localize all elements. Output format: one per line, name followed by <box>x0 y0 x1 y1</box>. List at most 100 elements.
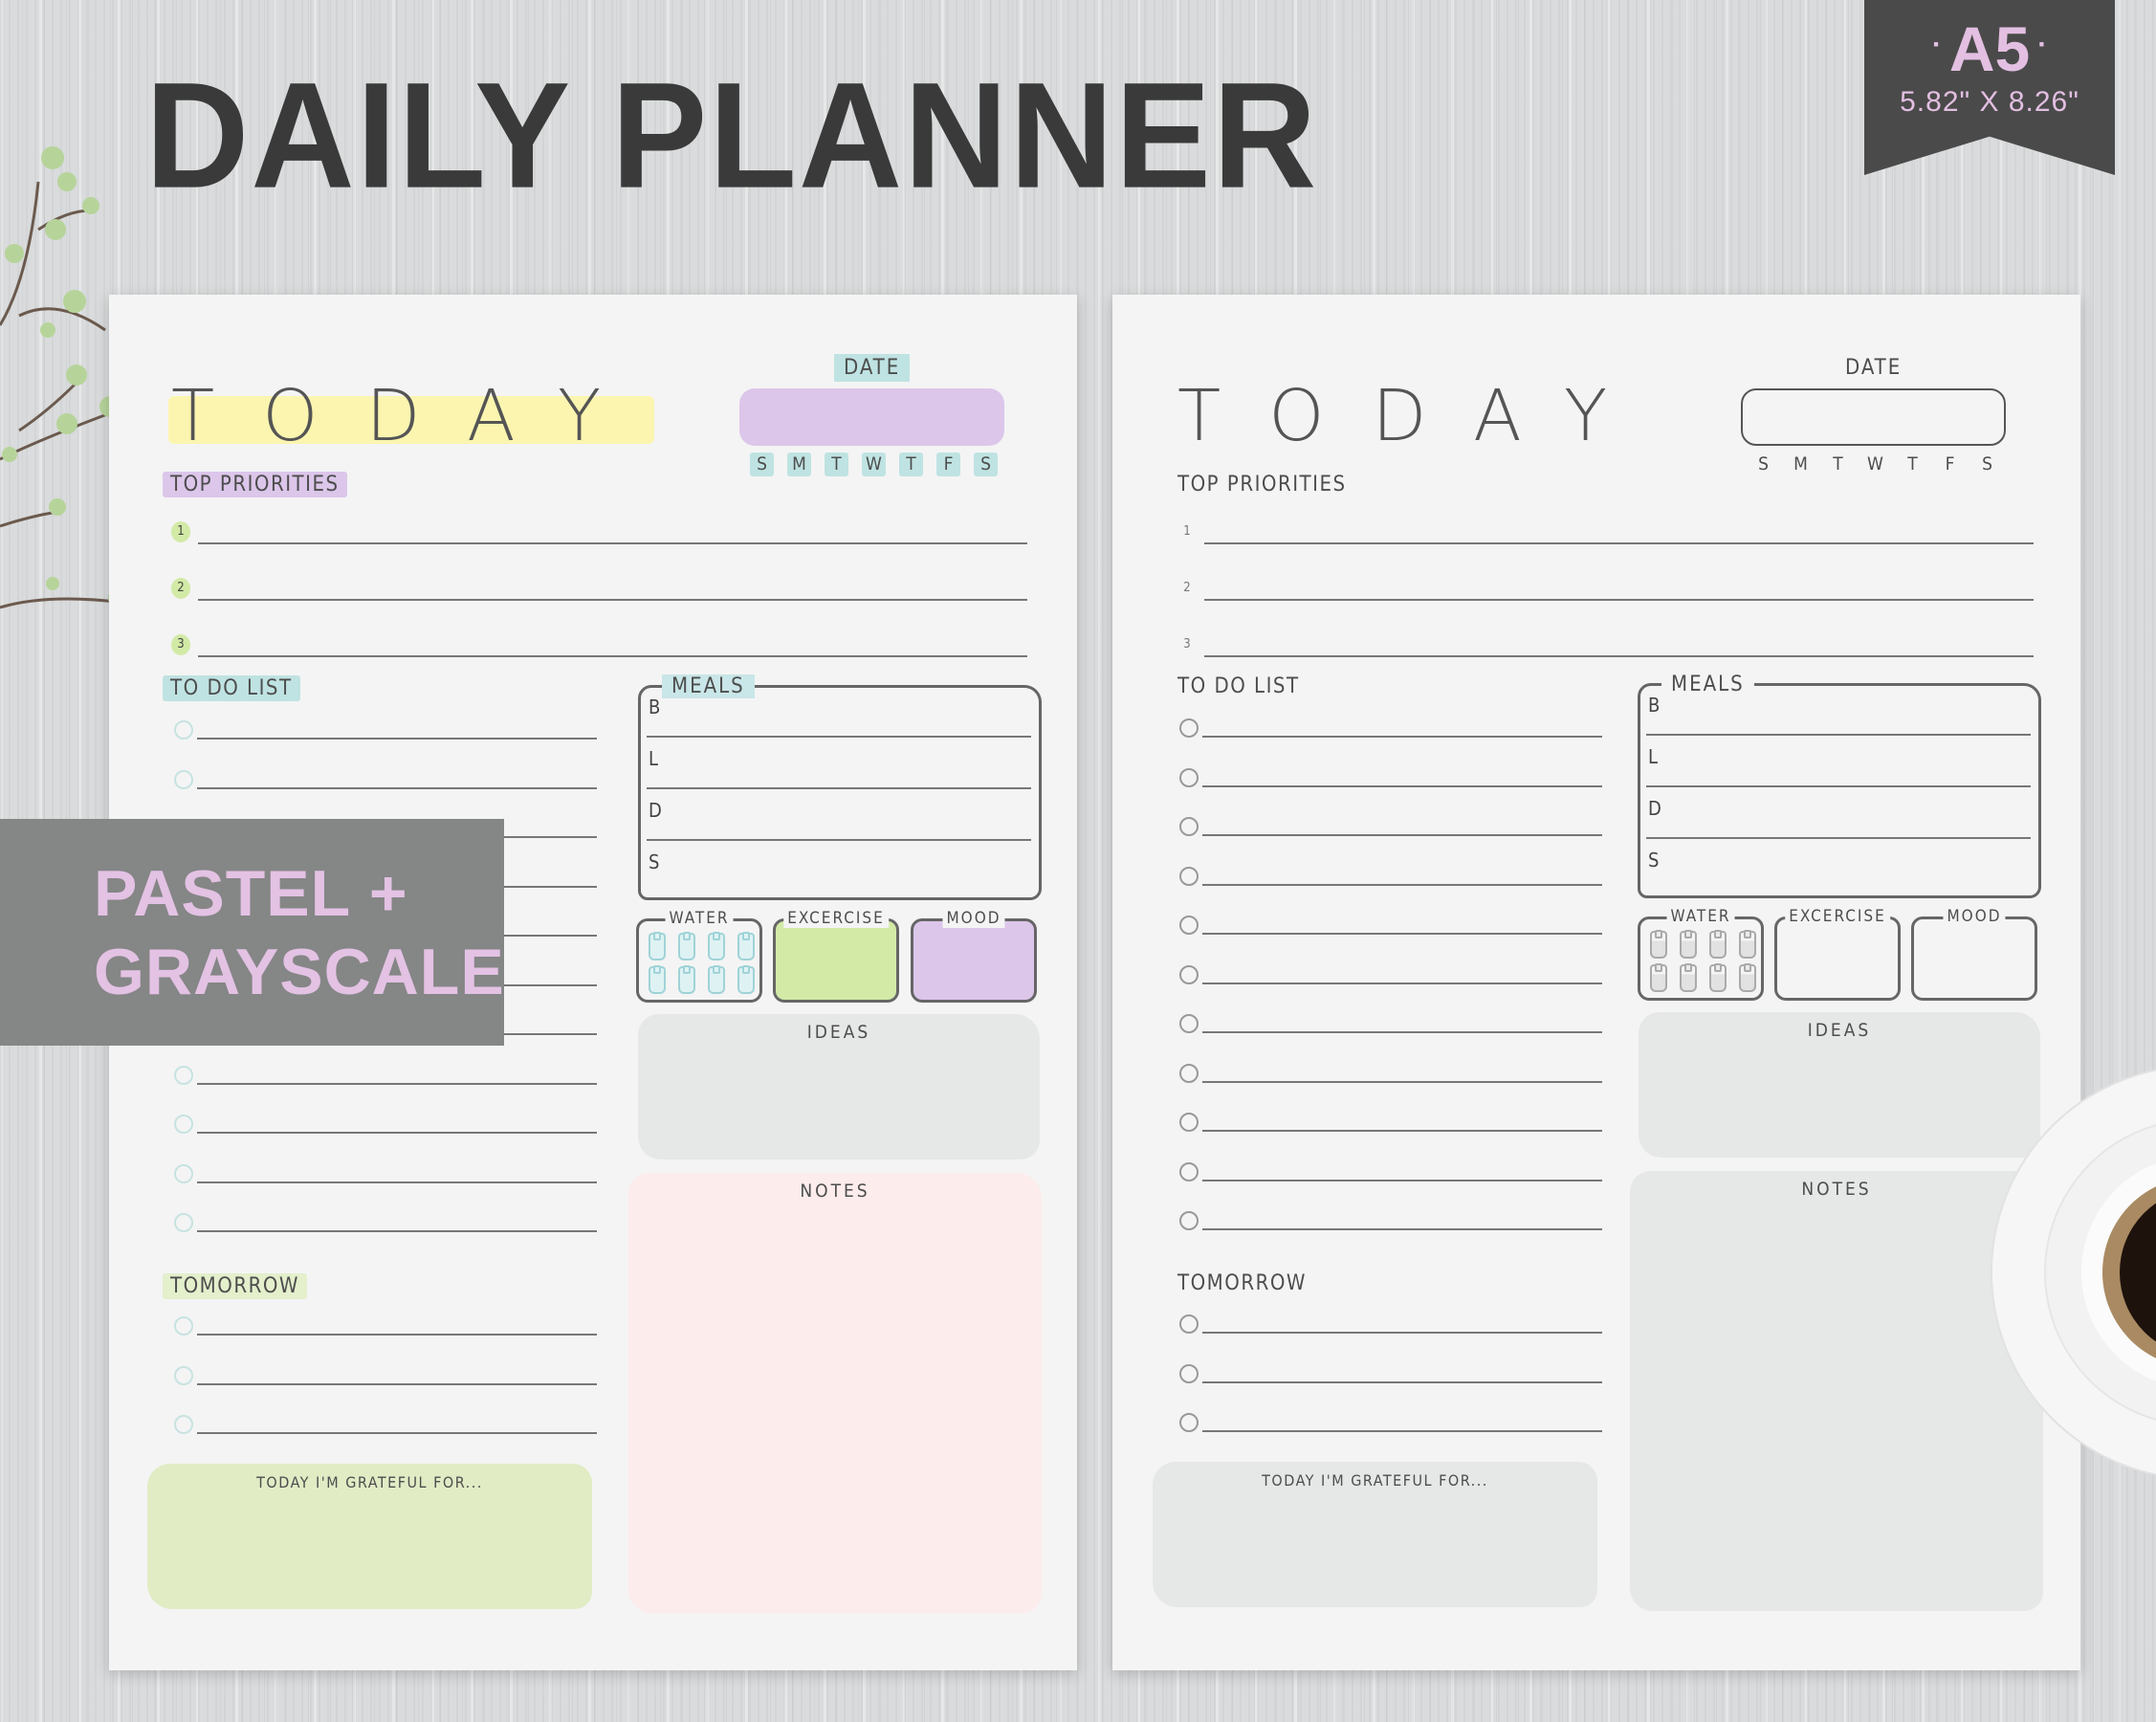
checkbox-circle-icon[interactable] <box>1179 1211 1199 1230</box>
checklist-line[interactable] <box>1202 834 1602 836</box>
checklist-line[interactable] <box>1202 1380 1602 1383</box>
checkbox-circle-icon[interactable] <box>1179 1014 1199 1033</box>
checklist-item[interactable] <box>174 1364 597 1393</box>
grateful-box[interactable]: TODAY I'M GRATEFUL FOR... <box>1153 1462 1597 1607</box>
water-jar-icon[interactable] <box>1739 963 1756 992</box>
checklist-line[interactable] <box>1202 1031 1602 1033</box>
checkbox-circle-icon[interactable] <box>174 720 193 740</box>
checklist-line[interactable] <box>1202 933 1602 935</box>
weekday-sun[interactable]: S <box>750 453 774 476</box>
meal-row-breakfast[interactable]: B <box>647 688 1031 738</box>
checkbox-circle-icon[interactable] <box>1179 1063 1199 1083</box>
checklist-item[interactable] <box>1179 815 1602 844</box>
checkbox-circle-icon[interactable] <box>174 1365 193 1385</box>
priority-line[interactable] <box>1204 542 2034 544</box>
checklist-item[interactable] <box>1179 1111 1602 1139</box>
weekday-tue[interactable]: T <box>1826 453 1850 476</box>
priority-row[interactable]: 1 <box>171 521 1027 550</box>
checklist-item[interactable] <box>1179 1313 1602 1341</box>
priority-row[interactable]: 2 <box>1177 578 2034 607</box>
meal-row-snack[interactable]: S <box>1646 841 2031 891</box>
meal-row-dinner[interactable]: D <box>1646 789 2031 839</box>
checkbox-circle-icon[interactable] <box>1179 1413 1199 1432</box>
checklist-item[interactable] <box>1179 717 1602 745</box>
checkbox-circle-icon[interactable] <box>174 1213 193 1232</box>
date-field[interactable] <box>739 388 1004 446</box>
checklist-item[interactable] <box>1179 1012 1602 1041</box>
checkbox-circle-icon[interactable] <box>1179 916 1199 935</box>
mood-box[interactable]: MOOD <box>1911 907 2037 1001</box>
checklist-line[interactable] <box>197 786 597 789</box>
checklist-line[interactable] <box>1202 736 1602 738</box>
checkbox-circle-icon[interactable] <box>174 1163 193 1183</box>
water-jar-icon[interactable] <box>678 965 695 994</box>
checklist-line[interactable] <box>197 1334 597 1336</box>
checklist-item[interactable] <box>1179 766 1602 795</box>
meal-row-lunch[interactable]: L <box>1646 738 2031 787</box>
checklist-item[interactable] <box>174 1413 597 1442</box>
checklist-item[interactable] <box>174 1211 597 1240</box>
water-jar-icon[interactable] <box>1709 963 1727 992</box>
checklist-line[interactable] <box>197 738 597 740</box>
weekday-tue[interactable]: T <box>825 453 848 476</box>
checkbox-circle-icon[interactable] <box>1179 1113 1199 1132</box>
checklist-item[interactable] <box>1179 1209 1602 1238</box>
checklist-item[interactable] <box>174 1113 597 1141</box>
checklist-line[interactable] <box>1202 1130 1602 1132</box>
priority-row[interactable]: 2 <box>171 578 1027 607</box>
checklist-item[interactable] <box>174 768 597 797</box>
checkbox-circle-icon[interactable] <box>174 1415 193 1434</box>
priority-row[interactable]: 1 <box>1177 521 2034 550</box>
checklist-item[interactable] <box>1179 865 1602 894</box>
checklist-line[interactable] <box>197 1432 597 1434</box>
water-jar-icon[interactable] <box>1680 963 1697 992</box>
weekday-wed[interactable]: W <box>862 453 886 476</box>
priority-line[interactable] <box>1204 655 2034 657</box>
exercise-box[interactable]: EXCERCISE <box>773 909 899 1003</box>
weekday-sat[interactable]: S <box>974 453 998 476</box>
meal-row-snack[interactable]: S <box>647 843 1031 893</box>
weekday-sat[interactable]: S <box>1975 453 1999 476</box>
priority-line[interactable] <box>198 599 1027 601</box>
meal-line[interactable] <box>1646 837 2031 839</box>
checklist-line[interactable] <box>1202 1228 1602 1230</box>
checklist-item[interactable] <box>1179 1160 1602 1189</box>
meal-line[interactable] <box>1646 734 2031 736</box>
priority-line[interactable] <box>198 542 1027 544</box>
water-jar-icon[interactable] <box>737 932 755 960</box>
meal-line[interactable] <box>647 839 1031 841</box>
exercise-box[interactable]: EXCERCISE <box>1774 907 1901 1001</box>
water-jar-icon[interactable] <box>708 965 725 994</box>
checklist-item[interactable] <box>1179 1411 1602 1440</box>
checklist-line[interactable] <box>1202 784 1602 787</box>
meal-line[interactable] <box>647 787 1031 789</box>
priority-row[interactable]: 3 <box>171 634 1027 663</box>
checklist-item[interactable] <box>174 1314 597 1343</box>
checkbox-circle-icon[interactable] <box>1179 1363 1199 1383</box>
checklist-line[interactable] <box>1202 1179 1602 1181</box>
checkbox-circle-icon[interactable] <box>1179 964 1199 984</box>
checkbox-circle-icon[interactable] <box>174 1316 193 1336</box>
checklist-line[interactable] <box>1202 1080 1602 1083</box>
weekday-thu[interactable]: T <box>899 453 923 476</box>
meal-row-dinner[interactable]: D <box>647 791 1031 841</box>
water-jar-icon[interactable] <box>1709 930 1727 959</box>
checklist-line[interactable] <box>197 1230 597 1232</box>
ideas-box[interactable]: IDEAS <box>638 1014 1040 1159</box>
checkbox-circle-icon[interactable] <box>1179 866 1199 886</box>
checkbox-circle-icon[interactable] <box>174 1115 193 1134</box>
checkbox-circle-icon[interactable] <box>1179 1314 1199 1334</box>
checkbox-circle-icon[interactable] <box>174 1065 193 1085</box>
checklist-item[interactable] <box>1179 914 1602 942</box>
checkbox-circle-icon[interactable] <box>174 769 193 789</box>
weekday-mon[interactable]: M <box>1789 453 1813 476</box>
water-jar-icon[interactable] <box>1650 963 1667 992</box>
water-jar-icon[interactable] <box>649 965 666 994</box>
water-jar-icon[interactable] <box>678 932 695 960</box>
water-jar-icon[interactable] <box>649 932 666 960</box>
checkbox-circle-icon[interactable] <box>1179 817 1199 836</box>
checkbox-circle-icon[interactable] <box>1179 718 1199 738</box>
water-jar-icon[interactable] <box>1739 930 1756 959</box>
water-jar-icon[interactable] <box>708 932 725 960</box>
checklist-line[interactable] <box>1202 883 1602 886</box>
